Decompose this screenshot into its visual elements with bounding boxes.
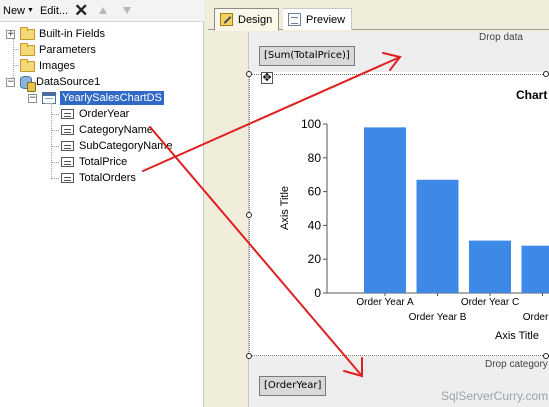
- report-data-pane: New ▼ Edit... ✕ + Built-in Fields Parame…: [0, 0, 204, 407]
- field-icon: [61, 157, 74, 167]
- bar: [416, 179, 459, 293]
- drop-category-text: Drop category: [485, 359, 548, 370]
- tree-connector: [51, 146, 59, 147]
- close-icon: ✕: [74, 1, 89, 20]
- chevron-down-icon: ▼: [27, 7, 34, 14]
- resize-handle[interactable]: [246, 212, 252, 218]
- x-tick-label: Order Year A: [356, 297, 414, 308]
- drop-data-text: Drop data: [479, 32, 523, 43]
- field-icon: [61, 173, 74, 183]
- collapse-icon[interactable]: −: [28, 93, 37, 103]
- bar-chart[interactable]: 0 20 40 60 80 100 Order Year A Order Year B Orde…: [254, 110, 549, 355]
- tree-item-dataset[interactable]: − YearlySalesChartDS: [28, 90, 164, 106]
- data-field-drop-zone[interactable]: Drop data [Sum(TotalPrice)]: [249, 32, 549, 72]
- design-icon: [220, 13, 233, 26]
- tree-connector: [51, 104, 52, 179]
- folder-icon: [20, 58, 35, 72]
- tree-item-label: DataSource1: [36, 76, 101, 88]
- x-axis-title: Axis Title: [495, 330, 539, 342]
- move-handle-icon[interactable]: ✥: [261, 72, 273, 84]
- x-tick-label: Order Ye: [523, 312, 549, 323]
- x-tick-label: Order Year B: [409, 312, 467, 323]
- y-tick-label: 80: [308, 151, 322, 165]
- tree-connector: [51, 114, 59, 115]
- watermark: SqlServerCurry.com: [441, 389, 549, 403]
- tree-item-field[interactable]: CategoryName: [61, 122, 153, 138]
- database-icon: [20, 75, 36, 92]
- y-tick-label: 20: [308, 252, 322, 266]
- y-tick-label: 40: [308, 218, 322, 232]
- tree-item-field[interactable]: TotalPrice: [61, 154, 127, 170]
- tree-item-field[interactable]: TotalOrders: [61, 170, 136, 186]
- tree-item-label: Images: [39, 60, 76, 72]
- data-field-box[interactable]: [Sum(TotalPrice)]: [259, 46, 355, 66]
- expand-icon[interactable]: +: [6, 29, 15, 39]
- resize-handle[interactable]: [246, 71, 252, 77]
- arrow-down-icon: [123, 7, 132, 14]
- edit-button[interactable]: Edit...: [37, 1, 71, 21]
- field-label: CategoryName: [79, 124, 153, 136]
- move-up-button[interactable]: [91, 1, 115, 21]
- folder-icon: [20, 42, 35, 56]
- tree-connector: [51, 178, 59, 179]
- tree-item-field[interactable]: OrderYear: [61, 106, 129, 122]
- y-tick-label: 60: [308, 185, 322, 199]
- report-data-tree: + Built-in Fields Parameters Images − Da…: [0, 24, 204, 407]
- new-button-label: New: [3, 4, 26, 17]
- tree-connector: [51, 162, 59, 163]
- folder-icon: [20, 26, 35, 40]
- y-axis-title: Axis Title: [279, 186, 291, 230]
- tree-item-images[interactable]: Images: [20, 58, 75, 74]
- chart-title[interactable]: Chart: [516, 88, 547, 102]
- field-label: TotalPrice: [79, 156, 128, 168]
- move-down-button[interactable]: [115, 1, 139, 21]
- category-field-box[interactable]: [OrderYear]: [259, 376, 327, 396]
- tree-item-built-in-fields[interactable]: + Built-in Fields: [6, 26, 105, 42]
- report-data-toolbar: New ▼ Edit... ✕: [0, 0, 204, 22]
- field-icon: [61, 125, 74, 135]
- preview-icon: [288, 13, 301, 26]
- tree-item-label: Parameters: [39, 44, 96, 56]
- tab-label: Preview: [306, 13, 346, 26]
- field-icon: [61, 141, 74, 151]
- field-label: SubCategoryName: [79, 140, 173, 152]
- tree-connector: [51, 130, 59, 131]
- tree-item-datasource[interactable]: − DataSource1: [6, 74, 101, 92]
- tab-design[interactable]: Design: [214, 8, 280, 31]
- y-tick-label: 100: [301, 117, 321, 131]
- delete-button[interactable]: ✕: [71, 1, 91, 21]
- bar: [364, 127, 406, 293]
- new-button[interactable]: New ▼: [0, 1, 37, 21]
- tree-item-label: Built-in Fields: [39, 28, 106, 40]
- resize-handle[interactable]: [246, 353, 252, 359]
- tree-item-field[interactable]: SubCategoryName: [61, 138, 173, 154]
- y-tick-label: 0: [314, 286, 321, 300]
- collapse-icon[interactable]: −: [6, 77, 15, 87]
- bar: [521, 245, 549, 293]
- designer-tabs: Design Preview: [208, 6, 549, 31]
- field-label: TotalOrders: [79, 172, 136, 184]
- dataset-icon: [42, 92, 56, 104]
- field-icon: [61, 109, 74, 119]
- arrow-up-icon: [99, 7, 108, 14]
- tab-preview[interactable]: Preview: [283, 8, 353, 30]
- resize-handle[interactable]: [543, 71, 549, 77]
- tab-label: Design: [238, 13, 273, 26]
- bar: [469, 240, 511, 293]
- x-tick-label: Order Year C: [461, 297, 519, 308]
- edit-button-label: Edit...: [39, 4, 69, 17]
- field-label: OrderYear: [79, 108, 130, 120]
- tree-item-parameters[interactable]: Parameters: [20, 42, 96, 58]
- tree-item-label: YearlySalesChartDS: [60, 91, 164, 105]
